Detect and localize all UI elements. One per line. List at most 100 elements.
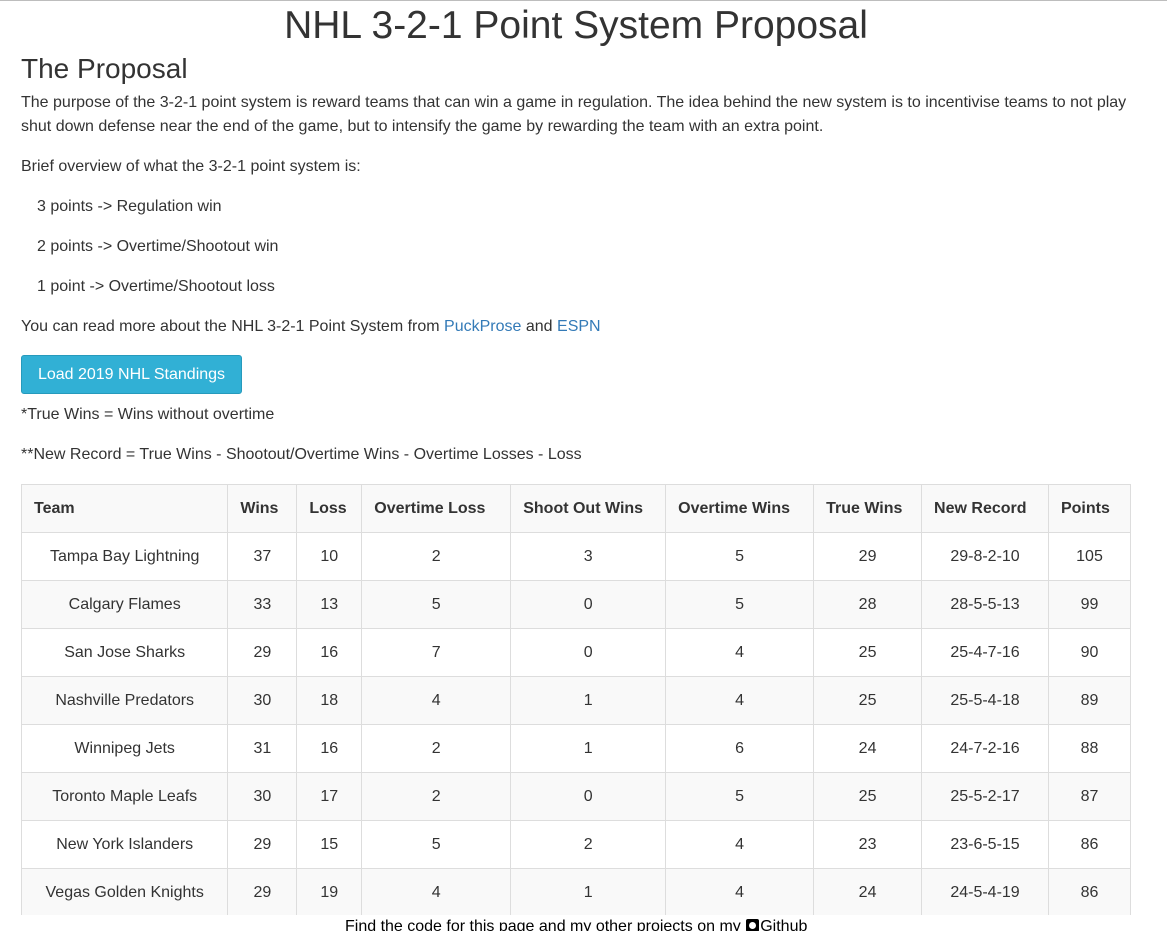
cell-overtime-loss: 5 xyxy=(361,580,512,629)
header-shootout-wins: Shoot Out Wins xyxy=(510,484,667,533)
footer-text: Find the code for this page and my other… xyxy=(345,918,807,931)
github-icon xyxy=(746,919,760,931)
cell-new-record: 25-4-7-16 xyxy=(921,628,1049,677)
cell-points: 87 xyxy=(1047,772,1132,821)
point-rule-regulation: 3 points -> Regulation win xyxy=(37,198,222,215)
cell-team: Calgary Flames xyxy=(20,580,229,629)
cell-overtime-wins: 4 xyxy=(665,820,815,869)
cell-new-record: 24-7-2-16 xyxy=(921,724,1049,773)
cell-loss: 15 xyxy=(296,820,363,869)
cell-true-wins: 29 xyxy=(813,532,923,581)
header-team: Team xyxy=(20,484,229,533)
header-overtime-loss: Overtime Loss xyxy=(361,484,512,533)
table-header-row: Team Wins Loss Overtime Loss Shoot Out W… xyxy=(20,484,1132,533)
proposal-heading: The Proposal xyxy=(21,53,188,84)
table-row: New York Islanders 29 15 5 2 4 23 23-6-5… xyxy=(20,820,1132,869)
table-row: San Jose Sharks 29 16 7 0 4 25 25-4-7-16… xyxy=(20,628,1132,677)
table-row: Winnipeg Jets 31 16 2 1 6 24 24-7-2-16 8… xyxy=(20,724,1132,773)
cell-overtime-loss: 4 xyxy=(361,676,512,725)
cell-shootout-wins: 0 xyxy=(510,772,667,821)
page-title: NHL 3-2-1 Point System Proposal xyxy=(284,4,868,47)
cell-wins: 29 xyxy=(227,628,298,677)
cell-loss: 18 xyxy=(296,676,363,725)
cell-new-record: 28-5-5-13 xyxy=(921,580,1049,629)
table-row: Tampa Bay Lightning 37 10 2 3 5 29 29-8-… xyxy=(20,532,1132,581)
cell-true-wins: 25 xyxy=(813,628,923,677)
cell-true-wins: 23 xyxy=(813,820,923,869)
cell-true-wins: 28 xyxy=(813,580,923,629)
cell-true-wins: 24 xyxy=(813,724,923,773)
cell-overtime-wins: 6 xyxy=(665,724,815,773)
cell-points: 105 xyxy=(1047,532,1132,581)
github-link[interactable]: Github xyxy=(745,918,807,931)
point-rule-ot-win: 2 points -> Overtime/Shootout win xyxy=(37,238,279,255)
cell-loss: 10 xyxy=(296,532,363,581)
header-overtime-wins: Overtime Wins xyxy=(665,484,815,533)
cell-team: Toronto Maple Leafs xyxy=(20,772,229,821)
cell-wins: 29 xyxy=(227,868,298,917)
table-row: Nashville Predators 30 18 4 1 4 25 25-5-… xyxy=(20,676,1132,725)
top-border xyxy=(0,0,1167,1)
cell-points: 89 xyxy=(1047,676,1132,725)
cell-overtime-wins: 4 xyxy=(665,676,815,725)
cell-overtime-wins: 5 xyxy=(665,772,815,821)
cell-team: Tampa Bay Lightning xyxy=(20,532,229,581)
cell-team: Nashville Predators xyxy=(20,676,229,725)
cell-new-record: 24-5-4-19 xyxy=(921,868,1049,917)
cell-team: New York Islanders xyxy=(20,820,229,869)
cell-points: 88 xyxy=(1047,724,1132,773)
cell-team: San Jose Sharks xyxy=(20,628,229,677)
cell-points: 99 xyxy=(1047,580,1132,629)
cell-loss: 17 xyxy=(296,772,363,821)
cell-new-record: 23-6-5-15 xyxy=(921,820,1049,869)
cell-overtime-wins: 4 xyxy=(665,868,815,917)
cell-wins: 30 xyxy=(227,772,298,821)
cell-team: Vegas Golden Knights xyxy=(20,868,229,917)
cell-loss: 16 xyxy=(296,628,363,677)
cell-points: 86 xyxy=(1047,820,1132,869)
cell-loss: 13 xyxy=(296,580,363,629)
cell-shootout-wins: 3 xyxy=(510,532,667,581)
standings-table: Team Wins Loss Overtime Loss Shoot Out W… xyxy=(20,484,1132,917)
overview-text: Brief overview of what the 3-2-1 point s… xyxy=(21,158,361,175)
cell-overtime-loss: 2 xyxy=(361,532,512,581)
header-true-wins: True Wins xyxy=(813,484,923,533)
cell-shootout-wins: 0 xyxy=(510,628,667,677)
footer: Find the code for this page and my other… xyxy=(0,915,1167,931)
header-loss: Loss xyxy=(296,484,363,533)
cell-points: 90 xyxy=(1047,628,1132,677)
puckprose-link[interactable]: PuckProse xyxy=(444,318,521,335)
proposal-intro: The purpose of the 3-2-1 point system is… xyxy=(21,94,1127,135)
cell-wins: 33 xyxy=(227,580,298,629)
table-row: Vegas Golden Knights 29 19 4 1 4 24 24-5… xyxy=(20,868,1132,917)
point-rule-ot-loss: 1 point -> Overtime/Shootout loss xyxy=(37,278,275,295)
cell-loss: 19 xyxy=(296,868,363,917)
cell-points: 86 xyxy=(1047,868,1132,917)
cell-overtime-wins: 5 xyxy=(665,532,815,581)
cell-shootout-wins: 1 xyxy=(510,724,667,773)
read-more-prefix: You can read more about the NHL 3-2-1 Po… xyxy=(21,318,440,335)
cell-shootout-wins: 1 xyxy=(510,868,667,917)
cell-new-record: 25-5-4-18 xyxy=(921,676,1049,725)
espn-link[interactable]: ESPN xyxy=(557,318,601,335)
cell-overtime-loss: 5 xyxy=(361,820,512,869)
true-wins-note: *True Wins = Wins without overtime xyxy=(21,406,275,423)
cell-overtime-loss: 2 xyxy=(361,724,512,773)
header-wins: Wins xyxy=(227,484,298,533)
cell-wins: 30 xyxy=(227,676,298,725)
header-points: Points xyxy=(1047,484,1132,533)
header-new-record: New Record xyxy=(921,484,1049,533)
footer-message: Find the code for this page and my other… xyxy=(345,918,741,931)
cell-overtime-loss: 2 xyxy=(361,772,512,821)
read-more-and: and xyxy=(525,318,553,335)
cell-true-wins: 25 xyxy=(813,676,923,725)
cell-wins: 29 xyxy=(227,820,298,869)
cell-shootout-wins: 2 xyxy=(510,820,667,869)
cell-overtime-wins: 5 xyxy=(665,580,815,629)
cell-team: Winnipeg Jets xyxy=(20,724,229,773)
load-standings-button[interactable]: Load 2019 NHL Standings xyxy=(21,355,242,394)
cell-true-wins: 24 xyxy=(813,868,923,917)
cell-new-record: 29-8-2-10 xyxy=(921,532,1049,581)
cell-loss: 16 xyxy=(296,724,363,773)
cell-new-record: 25-5-2-17 xyxy=(921,772,1049,821)
